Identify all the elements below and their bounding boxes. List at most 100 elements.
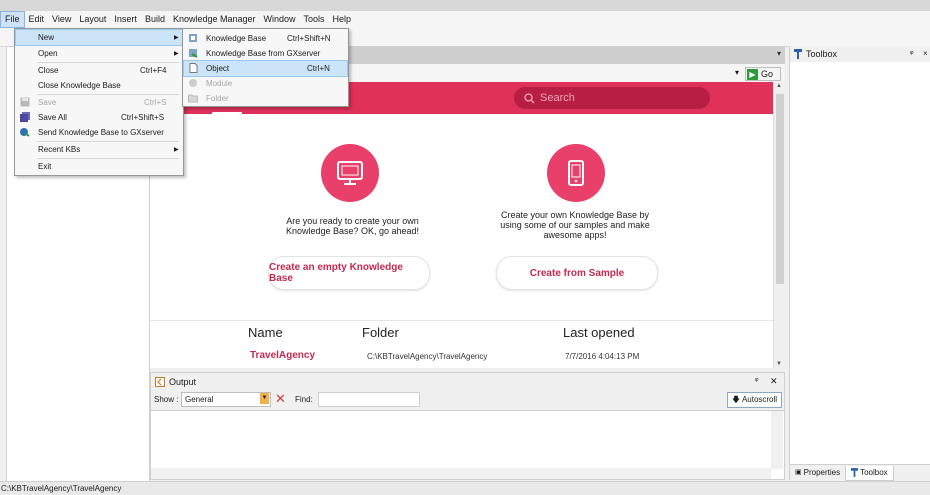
tab-list-dropdown-icon[interactable]: ▾: [777, 49, 781, 58]
pin-icon[interactable]: ᵠ: [910, 49, 914, 58]
create-empty-kb-button[interactable]: Create an empty Knowledge Base: [268, 256, 430, 290]
output-horizontal-scrollbar[interactable]: [151, 468, 771, 479]
create-kb-description: Are you ready to create your own Knowled…: [285, 216, 420, 236]
search-icon: [524, 92, 535, 103]
output-title: Output: [169, 376, 197, 387]
column-header-folder: Folder: [362, 325, 399, 340]
toolbox-title: Toolbox: [806, 49, 838, 59]
status-bar: C:\KBTravelAgency\TravelAgency: [0, 481, 930, 495]
search-box[interactable]: Search: [514, 87, 710, 109]
autoscroll-label: Autoscroll: [741, 395, 778, 404]
show-label: Show :: [154, 395, 179, 404]
file-menu-open[interactable]: Open ▶: [16, 46, 182, 61]
chevron-right-icon: ▶: [174, 35, 179, 41]
close-icon[interactable]: ×: [923, 49, 928, 58]
clear-icon[interactable]: ✕: [275, 391, 286, 407]
module-icon: [189, 79, 197, 87]
file-menu: New ▶ Open ▶ Close Ctrl+F4 Close Knowled…: [14, 28, 184, 176]
chevron-right-icon: ▶: [174, 147, 179, 153]
menu-item-shortcut: Ctrl+N: [307, 64, 330, 73]
tab-toolbox[interactable]: Toolbox: [845, 465, 894, 481]
new-menu-module[interactable]: Module: [184, 76, 347, 91]
tab-toolbox-label: Toolbox: [860, 467, 888, 477]
output-vertical-scrollbar[interactable]: [771, 411, 783, 469]
menu-layout[interactable]: Layout: [75, 11, 110, 28]
new-menu-kb-from-gxserver[interactable]: Knowledge Base from GXserver: [184, 46, 347, 61]
chevron-down-icon[interactable]: ▼: [260, 393, 269, 404]
object-icon: [189, 63, 198, 73]
address-dropdown-icon[interactable]: ▾: [735, 68, 739, 77]
go-button[interactable]: ▶ Go: [745, 67, 781, 81]
menu-item-label: Knowledge Base: [206, 34, 267, 43]
file-menu-save[interactable]: Save Ctrl+S: [16, 95, 182, 110]
menu-item-label: Close Knowledge Base: [38, 81, 121, 90]
close-icon[interactable]: ✕: [770, 376, 778, 387]
sample-kb-illustration: [547, 144, 605, 202]
menu-item-label: Close: [38, 66, 59, 75]
file-menu-new[interactable]: New ▶: [15, 29, 183, 46]
find-label: Find:: [295, 395, 313, 404]
search-placeholder: Search: [540, 92, 575, 104]
menu-item-label: Send Knowledge Base to GXserver: [38, 128, 164, 137]
menu-tools[interactable]: Tools: [300, 11, 329, 28]
properties-icon: ▣: [795, 469, 802, 476]
find-input[interactable]: [318, 392, 420, 407]
menu-window[interactable]: Window: [260, 11, 300, 28]
file-menu-save-all[interactable]: Save All Ctrl+Shift+S: [16, 110, 182, 125]
menu-item-label: Knowledge Base from GXserver: [206, 49, 321, 58]
column-header-last-opened: Last opened: [563, 325, 635, 340]
menu-item-shortcut: Ctrl+F4: [140, 66, 167, 75]
file-menu-recent-kbs[interactable]: Recent KBs ▶: [16, 142, 182, 157]
file-menu-exit[interactable]: Exit: [16, 159, 182, 174]
create-from-sample-button[interactable]: Create from Sample: [496, 256, 658, 290]
new-menu-object[interactable]: Object Ctrl+N: [183, 60, 348, 77]
menu-insert[interactable]: Insert: [110, 11, 141, 28]
new-submenu: Knowledge Base Ctrl+Shift+N Knowledge Ba…: [182, 28, 349, 107]
file-menu-close[interactable]: Close Ctrl+F4: [16, 63, 182, 78]
menu-build[interactable]: Build: [141, 11, 169, 28]
new-menu-knowledge-base[interactable]: Knowledge Base Ctrl+Shift+N: [184, 31, 347, 46]
file-menu-send-kb[interactable]: Send Knowledge Base to GXserver: [16, 125, 182, 140]
kb-server-icon: [189, 49, 198, 58]
menu-item-label: Save: [38, 98, 57, 107]
autoscroll-button[interactable]: 🡇 Autoscroll: [727, 392, 782, 408]
menu-file[interactable]: File: [0, 11, 25, 28]
start-page-scrollbar[interactable]: ▲ ▼: [773, 82, 786, 368]
menu-view[interactable]: View: [48, 11, 75, 28]
output-header: Output: [151, 373, 784, 390]
menu-edit[interactable]: Edit: [25, 11, 49, 28]
output-text-area[interactable]: [151, 411, 771, 469]
scroll-down-icon[interactable]: ▼: [776, 361, 782, 367]
toolbox-bottom-tabs: ▣ Properties Toolbox: [790, 464, 930, 481]
go-button-label: Go: [761, 69, 774, 79]
arrow-down-icon: 🡇: [731, 395, 741, 404]
scroll-up-icon[interactable]: ▲: [776, 83, 782, 89]
new-menu-folder[interactable]: Folder: [184, 91, 347, 106]
file-menu-close-kb[interactable]: Close Knowledge Base: [16, 78, 182, 93]
tab-properties[interactable]: ▣ Properties: [790, 466, 845, 480]
save-icon: [20, 97, 30, 107]
save-all-icon: [20, 112, 30, 122]
menu-item-label: Recent KBs: [38, 145, 81, 154]
menu-item-label: Open: [38, 49, 58, 58]
toolbox-header: Toolbox: [790, 46, 930, 62]
mobile-device-icon: [568, 160, 584, 186]
monitor-icon: [337, 161, 363, 185]
go-arrow-icon: ▶: [747, 68, 758, 80]
scrollbar-thumb[interactable]: [776, 94, 784, 284]
recent-kb-link[interactable]: TravelAgency: [250, 350, 315, 361]
menu-item-shortcut: Ctrl+Shift+S: [121, 113, 165, 122]
show-select[interactable]: General: [181, 392, 271, 407]
menu-item-label: Module: [206, 79, 233, 88]
pin-icon[interactable]: ᵠ: [755, 376, 759, 385]
menu-knowledge-manager[interactable]: Knowledge Manager: [169, 11, 260, 28]
tab-properties-label: Properties: [803, 468, 841, 477]
menu-bar: File Edit View Layout Insert Build Knowl…: [0, 11, 930, 28]
menu-item-shortcut: Ctrl+S: [144, 98, 167, 107]
output-toolbar: Show : General ▼ ✕ Find: 🡇 Autoscroll: [151, 390, 784, 411]
menu-item-label: Object: [206, 64, 230, 73]
folder-icon: [188, 94, 198, 103]
header-tab-indicator: [212, 112, 242, 115]
toolbox-hammer-icon: [851, 468, 859, 477]
menu-help[interactable]: Help: [329, 11, 356, 28]
